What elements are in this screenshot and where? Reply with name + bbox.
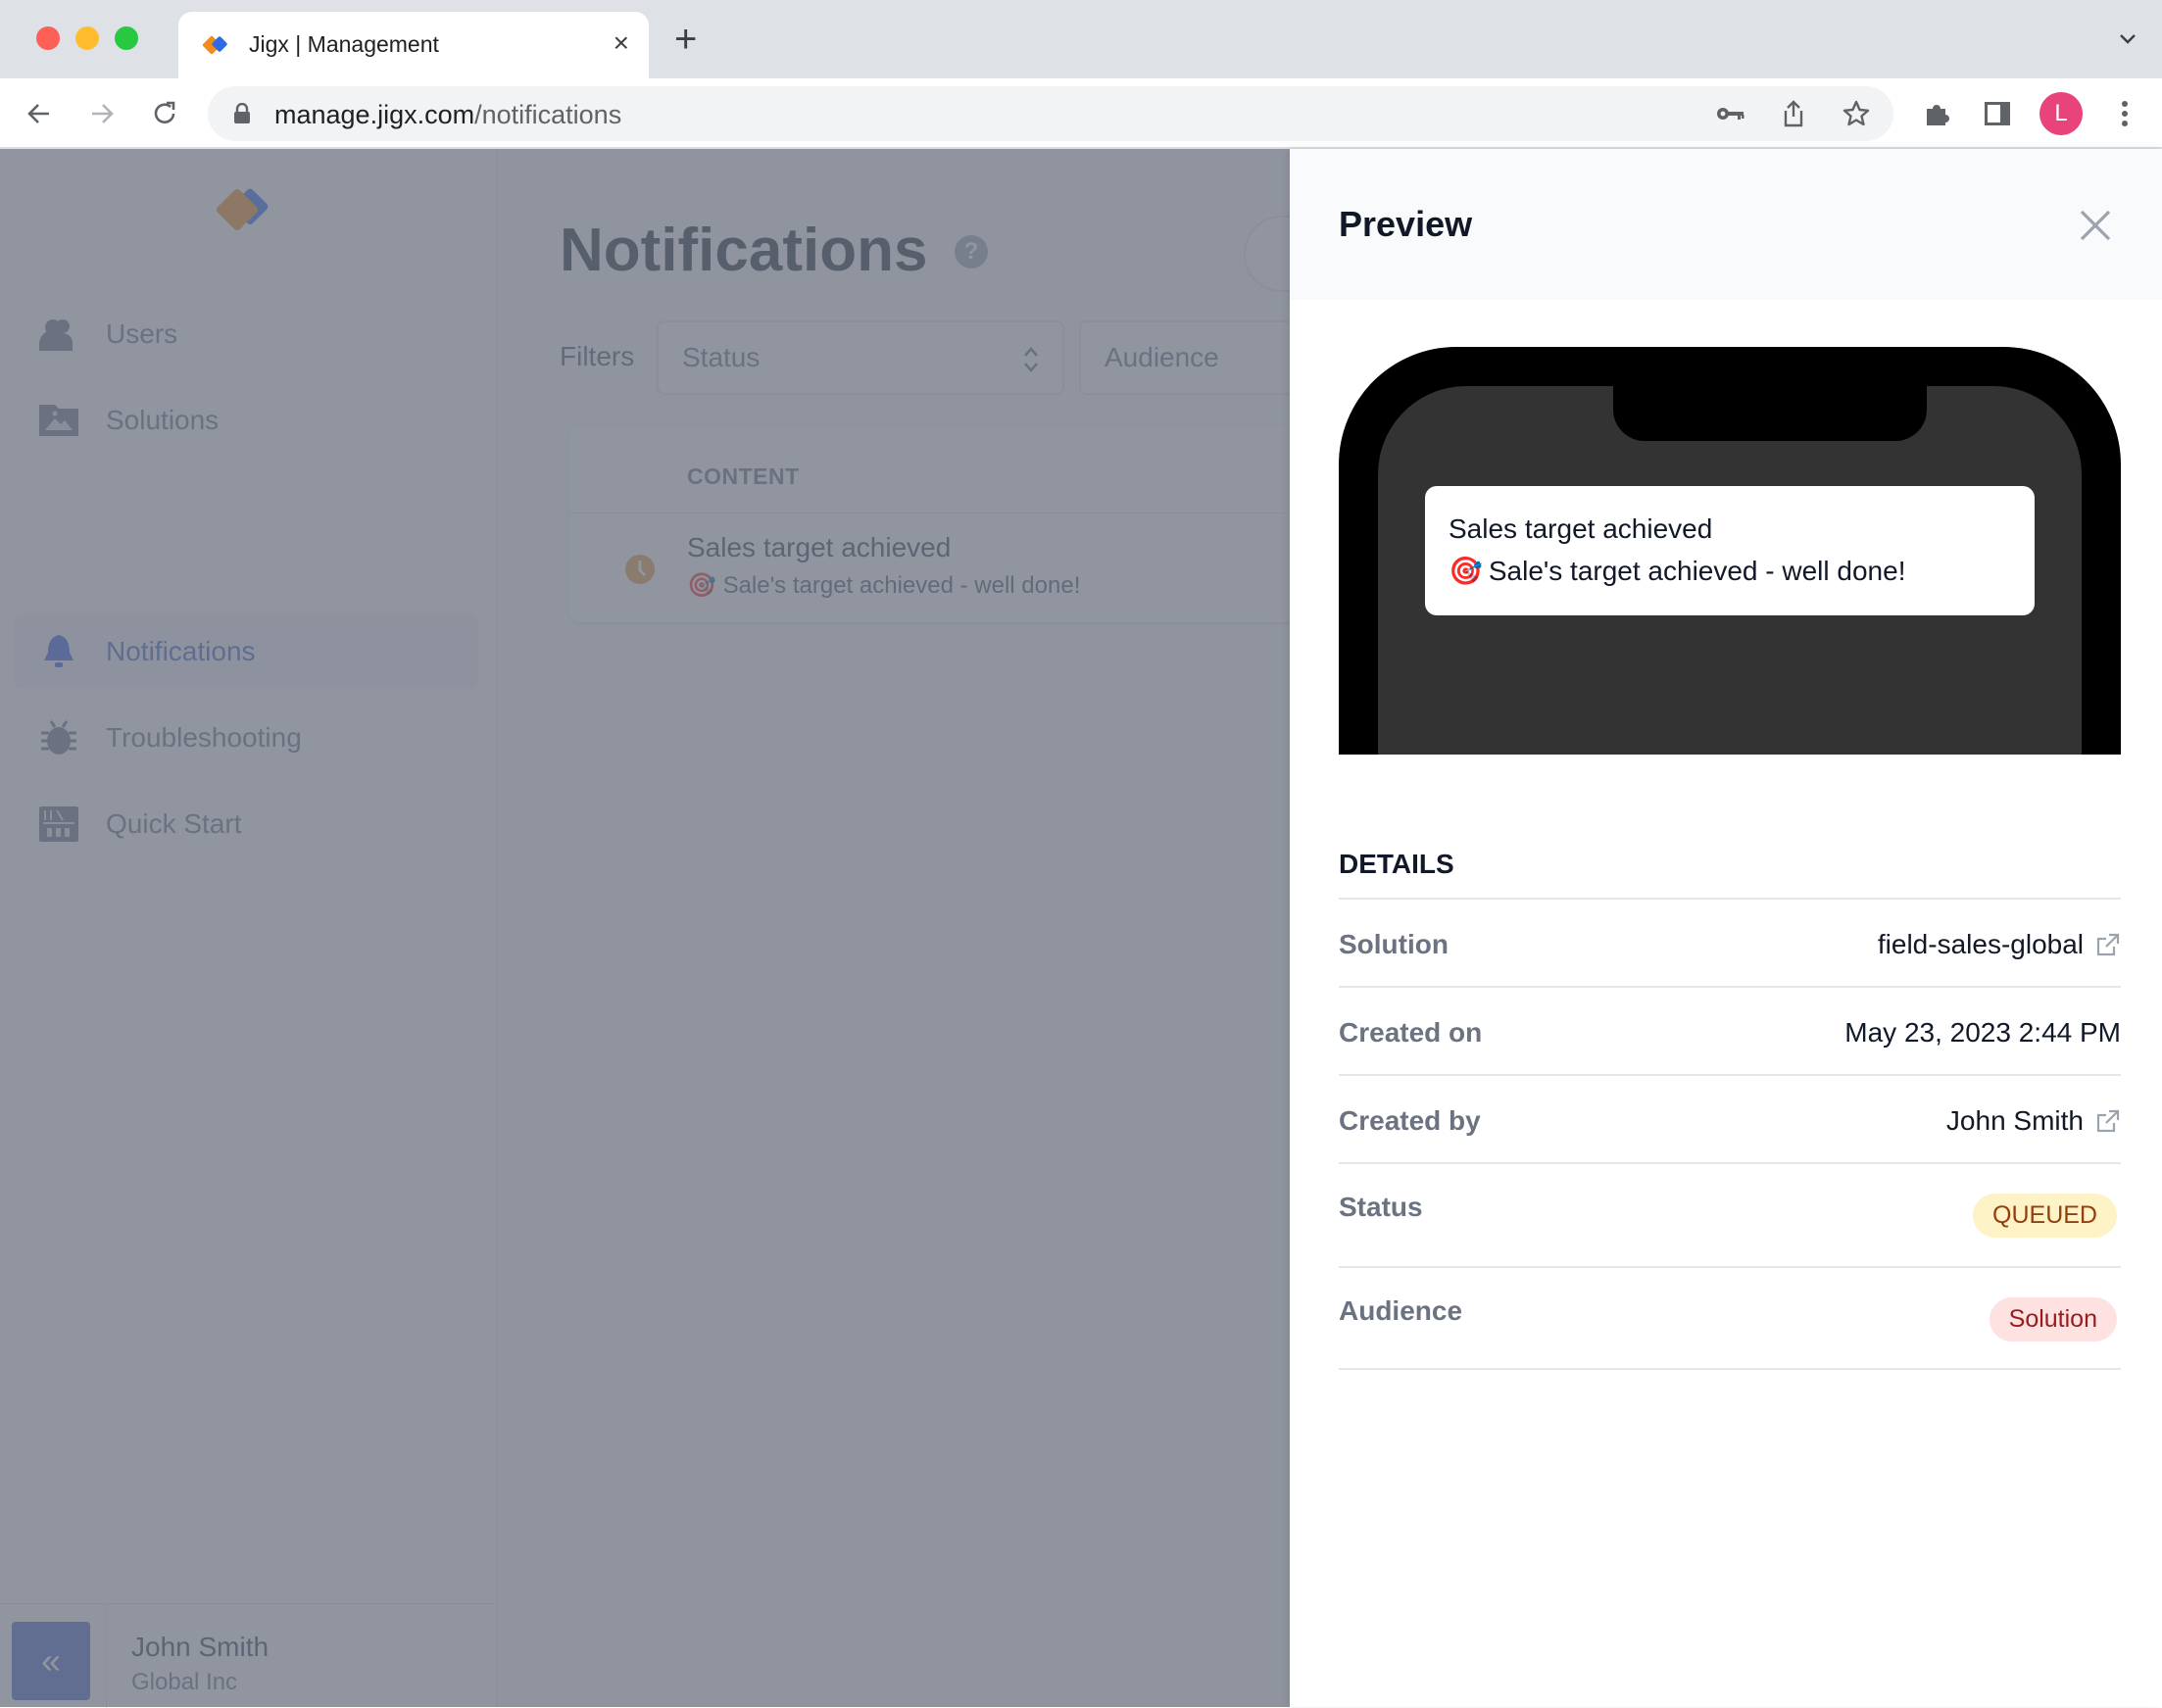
detail-row-status: Status QUEUED [1339, 1162, 2121, 1266]
panel-header: Preview [1290, 149, 2162, 300]
detail-row-created-by: Created by John Smith [1339, 1074, 2121, 1162]
detail-value: John Smith [1946, 1105, 2121, 1137]
detail-value: field-sales-global [1878, 929, 2121, 960]
audience-badge: Solution [1989, 1297, 2117, 1342]
reload-button[interactable] [145, 94, 184, 133]
close-icon[interactable] [2078, 208, 2113, 243]
tab-title: Jigx | Management [249, 31, 439, 57]
browser-menu-icon[interactable] [2105, 94, 2144, 133]
detail-row-solution: Solution field-sales-global [1339, 898, 2121, 986]
browser-tab[interactable]: Jigx | Management × [178, 12, 649, 78]
modal-backdrop[interactable] [0, 149, 1290, 1707]
window-zoom-button[interactable] [115, 26, 138, 50]
detail-row-audience: Audience Solution [1339, 1266, 2121, 1370]
created-by-link[interactable]: John Smith [1946, 1105, 2084, 1137]
target-emoji-icon: 🎯 [1449, 556, 1483, 586]
share-icon[interactable] [1778, 98, 1809, 129]
phone-notch [1613, 386, 1927, 441]
details-divider [1339, 1368, 2121, 1370]
tab-search-chevron-icon[interactable] [2119, 29, 2137, 47]
tab-close-icon[interactable]: × [614, 27, 629, 59]
detail-label: Created by [1339, 1105, 1481, 1136]
solution-link[interactable]: field-sales-global [1878, 929, 2084, 960]
forward-button[interactable] [82, 94, 122, 133]
side-panel-icon[interactable] [1978, 94, 2017, 133]
detail-label: Solution [1339, 929, 1449, 959]
notification-preview-card: Sales target achieved 🎯 Sale's target ac… [1425, 486, 2035, 615]
detail-label: Audience [1339, 1295, 1463, 1326]
detail-row-created-on: Created on May 23, 2023 2:44 PM [1339, 986, 2121, 1074]
lock-icon [234, 103, 250, 123]
arrow-right-icon [92, 104, 114, 123]
browser-toolbar: manage.jigx.com/notifications L [0, 78, 2162, 149]
preview-panel: Preview Sales target achieved 🎯 Sale's t… [1290, 149, 2162, 1707]
back-button[interactable] [20, 94, 59, 133]
reload-icon [154, 101, 175, 123]
detail-value: Solution [1989, 1297, 2117, 1342]
status-badge: QUEUED [1973, 1194, 2117, 1238]
external-link-icon[interactable] [2095, 932, 2121, 957]
detail-label: Created on [1339, 1017, 1483, 1048]
phone-screen: Sales target achieved 🎯 Sale's target ac… [1378, 386, 2082, 755]
created-on-value: May 23, 2023 2:44 PM [1844, 1017, 2121, 1048]
preview-title: Sales target achieved [1449, 513, 1713, 544]
password-key-icon[interactable] [1715, 98, 1746, 129]
browser-tab-strip: Jigx | Management × + [0, 0, 2162, 78]
detail-label: Status [1339, 1192, 1423, 1222]
jigx-favicon-icon [202, 35, 227, 55]
panel-title: Preview [1339, 204, 1473, 244]
details-heading: DETAILS [1339, 849, 1454, 879]
preview-body-text: Sale's target achieved - well done! [1488, 555, 1906, 586]
url-text: manage.jigx.com/notifications [274, 100, 622, 129]
address-bar[interactable]: manage.jigx.com/notifications [208, 86, 1893, 141]
window-close-button[interactable] [36, 26, 60, 50]
detail-value: QUEUED [1973, 1194, 2117, 1238]
arrow-left-icon [27, 104, 49, 123]
external-link-icon[interactable] [2095, 1108, 2121, 1134]
profile-avatar[interactable]: L [2039, 92, 2083, 135]
window-minimize-button[interactable] [75, 26, 99, 50]
preview-body: 🎯 Sale's target achieved - well done! [1449, 555, 1905, 587]
bookmark-star-icon[interactable] [1841, 98, 1872, 129]
phone-mockup: Sales target achieved 🎯 Sale's target ac… [1339, 347, 2121, 755]
new-tab-button[interactable]: + [674, 20, 697, 59]
extensions-puzzle-icon[interactable] [1917, 94, 1956, 133]
